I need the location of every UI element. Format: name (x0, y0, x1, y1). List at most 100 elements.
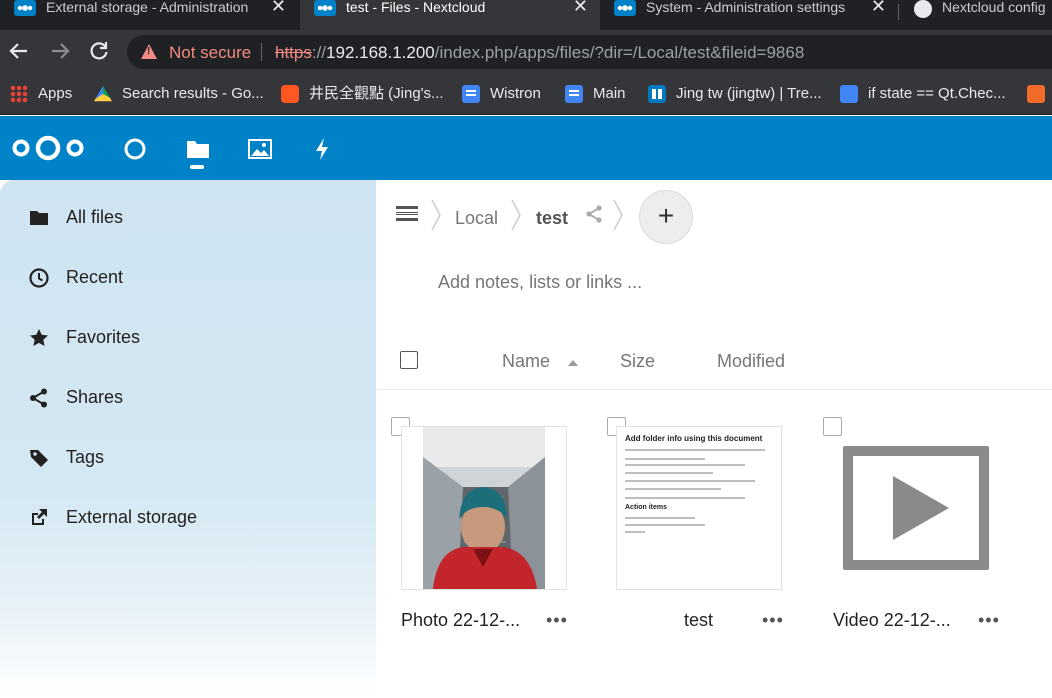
browser-tab[interactable]: External storage - Administration ✕ (0, 0, 298, 30)
document-preview-line (625, 497, 745, 499)
file-list-header: Name Size Modified (376, 338, 1052, 390)
tab-title: External storage - Administration (46, 0, 249, 15)
bookmark-label: Apps (38, 85, 73, 102)
reload-icon[interactable] (86, 38, 112, 64)
close-icon[interactable]: ✕ (271, 0, 286, 15)
file-name[interactable]: Photo 22-12-... (401, 610, 520, 631)
bookmark-qt[interactable]: if state == Qt.Chec... (840, 84, 1006, 104)
video-thumbnail[interactable] (843, 446, 989, 570)
chevron-right-icon (431, 199, 441, 231)
dashboard-icon[interactable] (122, 136, 148, 162)
url-path: /index.php/apps/files/?dir=/Local/test&f… (434, 43, 805, 62)
bookmark-label: 井民全觀點 (Jing's... (309, 85, 444, 102)
bookmark-label: Main (593, 85, 626, 102)
bookmark-f[interactable] (1027, 84, 1052, 104)
photos-icon[interactable] (247, 136, 273, 162)
browser-tab[interactable]: System - Administration settings ✕ (600, 0, 898, 30)
url-scheme-separator: :// (311, 43, 327, 62)
close-icon[interactable]: ✕ (573, 0, 588, 15)
omnibox-divider (261, 43, 262, 61)
google-docs-icon (565, 85, 583, 103)
apps-grid-icon (10, 85, 28, 103)
nextcloud-header (0, 116, 1052, 180)
rich-workspace-placeholder[interactable]: Add notes, lists or links ... (438, 272, 642, 293)
document-preview-heading: Action items (625, 504, 668, 511)
nav-label: Tags (66, 447, 105, 467)
bookmark-label: Jing tw (jingtw) | Tre... (676, 85, 822, 102)
share-icon[interactable] (584, 204, 604, 224)
sort-ascending-icon (568, 360, 578, 366)
browser-tab-active[interactable]: test - Files - Nextcloud ✕ (300, 0, 600, 30)
nav-all-files[interactable]: All files (0, 195, 376, 239)
new-file-button[interactable]: + (639, 190, 693, 244)
breadcrumb-local[interactable]: Local (455, 208, 498, 229)
nextcloud-icon (314, 0, 336, 16)
file-name[interactable]: test (684, 610, 713, 631)
document-preview-title: Add folder info using this document (625, 434, 763, 443)
bookmark-label: if state == Qt.Chec... (868, 85, 1006, 102)
globe-icon (914, 0, 932, 18)
bookmark-main[interactable]: Main (565, 84, 626, 104)
document-preview-line (625, 517, 695, 519)
bookmark-search-results[interactable]: Search results - Go... (94, 84, 264, 104)
file-checkbox[interactable] (823, 417, 842, 436)
breadcrumb-current[interactable]: test (536, 208, 568, 229)
nextcloud-icon (614, 0, 636, 16)
nav-recent[interactable]: Recent (0, 255, 376, 299)
url-scheme: https (275, 43, 312, 62)
f-icon (1027, 85, 1045, 103)
bookmark-blog[interactable]: 井民全觀點 (Jing's... (281, 84, 444, 104)
document-preview-line (625, 524, 705, 526)
breadcrumb-home-icon[interactable] (396, 204, 420, 224)
nav-favorites[interactable]: Favorites (0, 315, 376, 359)
nav-label: Recent (66, 267, 124, 287)
back-icon[interactable] (6, 38, 32, 64)
address-bar[interactable]: Not secure https://192.168.1.200/index.p… (127, 35, 1052, 69)
browser-tab[interactable]: Nextcloud config (900, 0, 1052, 30)
activity-icon[interactable] (309, 136, 335, 162)
security-indicator[interactable]: Not secure (169, 43, 251, 63)
nextcloud-logo[interactable] (10, 133, 86, 163)
folder-icon (30, 211, 48, 225)
bookmark-wistron[interactable]: Wistron (462, 84, 541, 104)
play-icon (893, 476, 949, 540)
files-icon[interactable] (185, 136, 211, 162)
star-icon (30, 329, 48, 346)
share-icon (30, 388, 47, 408)
google-drive-icon (94, 85, 112, 102)
nav-tags[interactable]: Tags (0, 435, 376, 479)
document-preview-line (625, 488, 721, 490)
url-text[interactable]: https://192.168.1.200/index.php/apps/fil… (275, 43, 804, 63)
nav-label: Favorites (66, 327, 141, 347)
select-all-checkbox[interactable] (400, 351, 418, 369)
active-app-indicator (190, 165, 204, 169)
file-actions-menu[interactable]: ••• (762, 610, 784, 631)
bookmark-trello[interactable]: Jing tw (jingtw) | Tre... (648, 84, 822, 104)
tab-title: System - Administration settings (646, 0, 846, 15)
nextcloud-icon (14, 0, 36, 16)
forward-icon[interactable] (47, 38, 73, 64)
column-size[interactable]: Size (620, 351, 655, 372)
nav-shares[interactable]: Shares (0, 375, 376, 419)
column-modified[interactable]: Modified (717, 351, 785, 372)
tab-title: Nextcloud config (942, 0, 1046, 15)
nav-external-storage[interactable]: External storage (0, 495, 376, 539)
file-actions-menu[interactable]: ••• (546, 610, 568, 631)
file-actions-menu[interactable]: ••• (978, 610, 1000, 631)
photo-thumbnail-image (423, 427, 545, 589)
file-thumbnail[interactable] (401, 426, 567, 590)
trello-icon (648, 85, 666, 103)
bookmark-apps[interactable]: Apps (10, 84, 72, 104)
google-translate-icon (840, 85, 858, 103)
column-name[interactable]: Name (502, 351, 550, 372)
clock-icon (29, 268, 49, 288)
close-icon[interactable]: ✕ (871, 0, 886, 15)
nav-label: Shares (66, 387, 124, 407)
document-preview-line (625, 464, 745, 466)
tab-title: test - Files - Nextcloud (346, 0, 486, 15)
chevron-right-icon (613, 199, 623, 231)
document-thumbnail[interactable]: Add folder info using this document Acti… (616, 426, 782, 590)
file-name[interactable]: Video 22-12-... (833, 610, 951, 631)
browser-tab-strip: External storage - Administration ✕ test… (0, 0, 1052, 30)
document-preview-line (625, 449, 765, 451)
